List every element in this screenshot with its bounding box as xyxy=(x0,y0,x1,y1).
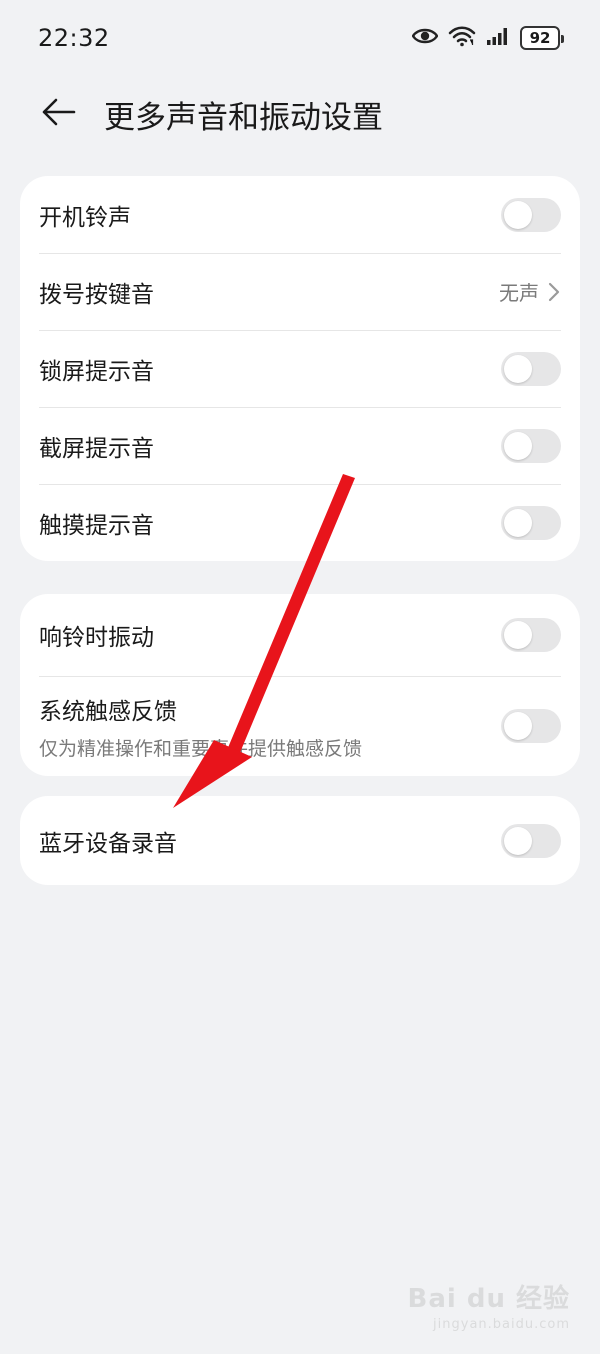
toggle-knob xyxy=(504,826,532,855)
watermark-main: Bai du 经验 xyxy=(407,1284,570,1314)
chevron-right-icon xyxy=(548,282,560,301)
battery-icon: 92 xyxy=(520,26,564,50)
setting-label: 开机铃声 xyxy=(39,204,131,231)
battery-level: 92 xyxy=(529,29,551,47)
setting-row-dial-pad-tone[interactable]: 拨号按键音 无声 xyxy=(39,253,561,330)
setting-row-screenshot-sound: 截屏提示音 xyxy=(39,407,561,484)
boot-ringtone-toggle[interactable] xyxy=(501,197,561,232)
settings-group-vibration: 响铃时振动 系统触感反馈 仅为精准操作和重要事件提供触感反馈 xyxy=(20,594,580,776)
settings-screen: 22:32 92 更多声音和振动设置 开机铃声 拨号按键音 无声 锁屏提示音 截… xyxy=(0,0,600,1354)
eye-icon xyxy=(411,26,439,50)
setting-row-boot-ringtone: 开机铃声 xyxy=(39,176,561,253)
bluetooth-recording-toggle[interactable] xyxy=(501,823,561,858)
toggle-knob xyxy=(504,431,532,460)
setting-row-vibrate-when-ringing: 响铃时振动 xyxy=(39,594,561,676)
setting-row-lock-screen-sound: 锁屏提示音 xyxy=(39,330,561,407)
status-icons: 92 xyxy=(411,24,564,52)
wifi-icon xyxy=(448,25,476,51)
status-time: 22:32 xyxy=(38,24,110,52)
setting-label: 蓝牙设备录音 xyxy=(39,830,177,857)
status-bar: 22:32 92 xyxy=(0,0,600,76)
setting-text: 系统触感反馈 仅为精准操作和重要事件提供触感反馈 xyxy=(39,692,362,761)
touch-sound-toggle[interactable] xyxy=(501,505,561,540)
setting-label: 锁屏提示音 xyxy=(39,358,154,385)
toggle-knob xyxy=(504,508,532,537)
settings-group-sounds: 开机铃声 拨号按键音 无声 锁屏提示音 截屏提示音 触摸提示音 xyxy=(20,176,580,561)
toggle-knob xyxy=(504,712,532,740)
page-title: 更多声音和振动设置 xyxy=(104,100,383,136)
setting-row-bluetooth-recording: 蓝牙设备录音 xyxy=(39,796,561,885)
setting-label: 触摸提示音 xyxy=(39,512,154,539)
setting-value: 无声 xyxy=(499,281,539,305)
setting-sublabel: 仅为精准操作和重要事件提供触感反馈 xyxy=(39,737,363,760)
toggle-knob xyxy=(504,354,532,383)
setting-label: 拨号按键音 xyxy=(39,281,154,308)
toggle-knob xyxy=(504,200,532,229)
vibrate-when-ringing-toggle[interactable] xyxy=(501,618,561,652)
setting-row-system-haptics: 系统触感反馈 仅为精准操作和重要事件提供触感反馈 xyxy=(39,676,561,776)
settings-group-bluetooth: 蓝牙设备录音 xyxy=(20,796,580,885)
dial-pad-tone-value-button[interactable]: 无声 xyxy=(499,277,561,306)
watermark-sub: jingyan.baidu.com xyxy=(433,1317,570,1332)
watermark-logo: Bai du 经验 jingyan.baidu.com xyxy=(408,1278,571,1332)
header: 更多声音和振动设置 xyxy=(0,80,600,144)
setting-label: 系统触感反馈 xyxy=(39,698,177,725)
signal-icon xyxy=(486,26,510,50)
setting-label: 截屏提示音 xyxy=(39,435,154,462)
screenshot-sound-toggle[interactable] xyxy=(501,428,561,463)
setting-label: 响铃时振动 xyxy=(39,625,154,651)
setting-row-touch-sound: 触摸提示音 xyxy=(39,484,561,561)
back-button[interactable] xyxy=(34,90,82,134)
lock-screen-sound-toggle[interactable] xyxy=(501,351,561,386)
toggle-knob xyxy=(504,621,532,649)
arrow-left-icon xyxy=(42,98,76,126)
system-haptics-toggle[interactable] xyxy=(501,709,561,743)
